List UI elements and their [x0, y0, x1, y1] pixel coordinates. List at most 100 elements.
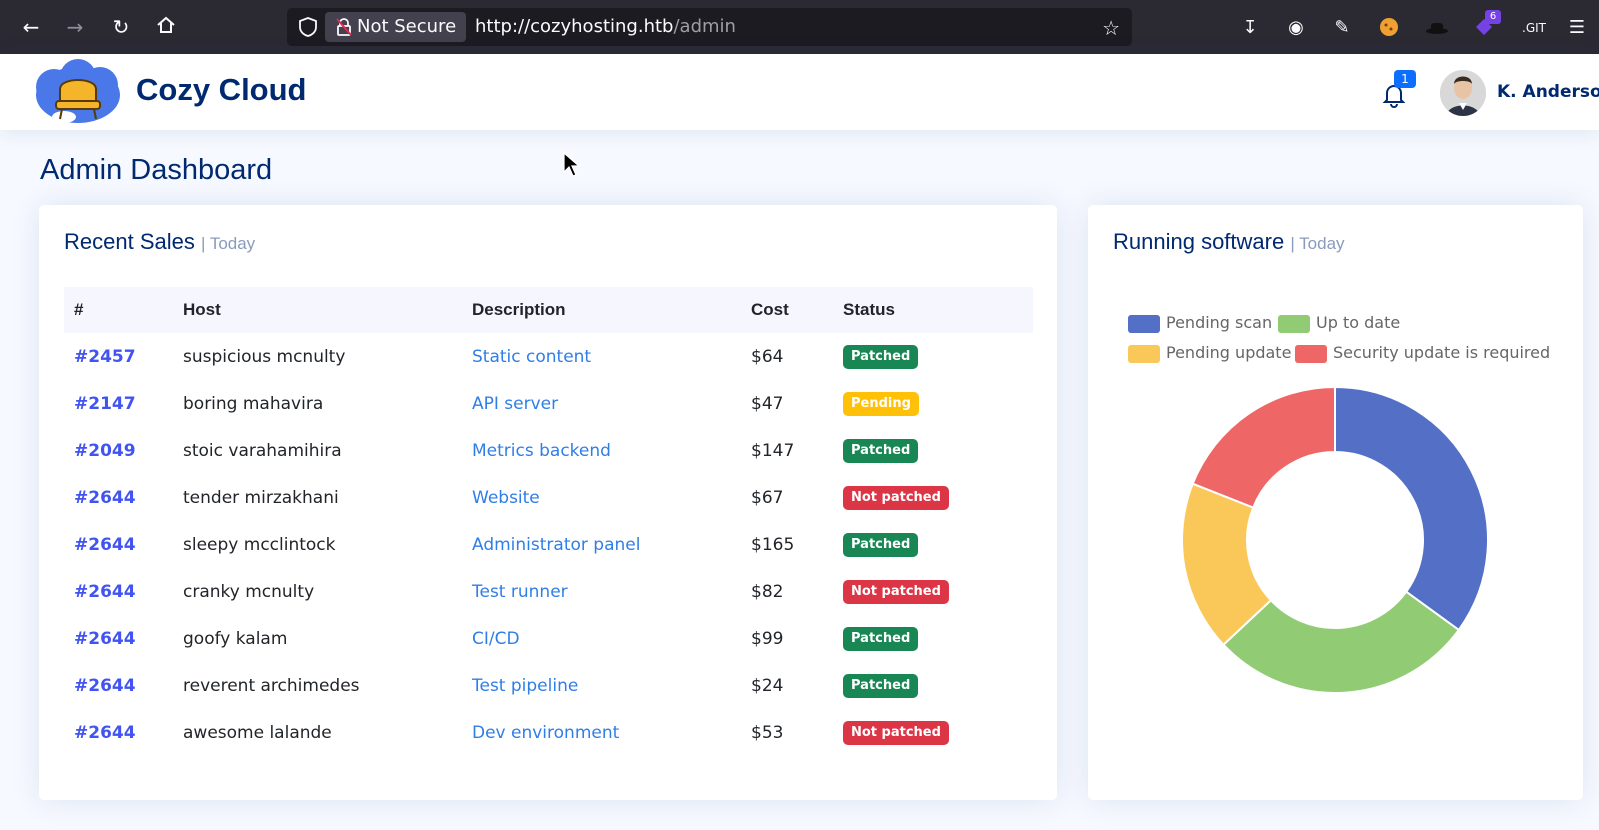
host-cell: sleepy mcclintock — [183, 534, 336, 555]
account-icon[interactable]: ◉ — [1284, 16, 1308, 40]
bookmark-star-icon[interactable]: ☆ — [1102, 16, 1120, 40]
running-software-heading: Running software — [1113, 229, 1285, 254]
forward-icon[interactable]: → — [62, 14, 88, 40]
cookie-extension-icon[interactable] — [1377, 16, 1401, 40]
brand-name[interactable]: Cozy Cloud — [136, 72, 307, 108]
reload-icon[interactable]: ↻ — [108, 14, 134, 40]
url-path: /admin — [673, 16, 736, 37]
sale-id-link[interactable]: #2644 — [64, 615, 173, 662]
software-donut-chart — [1181, 385, 1489, 694]
legend-item[interactable]: Pending update — [1128, 343, 1291, 363]
extensions-icon[interactable]: ✎ — [1330, 16, 1354, 40]
back-icon[interactable]: ← — [18, 14, 44, 40]
host-cell: awesome lalande — [183, 722, 332, 743]
status-badge: Pending — [843, 391, 919, 416]
sale-id-link[interactable]: #2049 — [64, 427, 173, 474]
description-link[interactable]: Test runner — [462, 568, 741, 615]
browser-toolbar: ← → ↻ Not Secure http://cozyhosting.htb/… — [0, 0, 1599, 54]
cost-cell: $99 — [751, 628, 784, 649]
url-text[interactable]: http://cozyhosting.htb/admin — [475, 8, 736, 46]
cost-cell: $24 — [751, 675, 784, 696]
status-cell: Patched — [833, 662, 1033, 709]
legend-label: Pending scan — [1166, 313, 1273, 332]
status-badge: Patched — [843, 626, 919, 651]
wappalyzer-extension-icon[interactable]: .GIT — [1522, 16, 1546, 40]
cost-cell: $47 — [751, 393, 784, 414]
cost-cell: $53 — [751, 722, 784, 743]
legend-label: Up to date — [1316, 313, 1401, 332]
sale-id-link[interactable]: #2644 — [64, 474, 173, 521]
table-header-row: # Host Description Cost Status — [64, 287, 1033, 333]
menu-icon[interactable]: ☰ — [1565, 16, 1589, 40]
address-bar[interactable]: Not Secure http://cozyhosting.htb/admin … — [287, 8, 1132, 46]
insecure-lock-icon — [336, 18, 352, 36]
avatar[interactable] — [1440, 70, 1486, 116]
legend-swatch — [1128, 314, 1160, 333]
running-software-period: | Today — [1290, 234, 1345, 253]
shield-icon[interactable] — [297, 16, 319, 38]
legend-item[interactable]: Up to date — [1278, 313, 1400, 333]
description-link[interactable]: Website — [462, 474, 741, 521]
download-icon[interactable]: ↧ — [1238, 16, 1262, 40]
description-link[interactable]: API server — [462, 380, 741, 427]
status-badge: Not patched — [843, 579, 949, 604]
column-header-description: Description — [472, 300, 566, 319]
table-row: #2147 boring mahavira API server $47 Pending — [64, 380, 1033, 427]
legend-item[interactable]: Pending scan — [1128, 313, 1272, 333]
table-row: #2644 goofy kalam CI/CD $99 Patched — [64, 615, 1033, 662]
status-cell: Patched — [833, 615, 1033, 662]
app-header: Cozy Cloud 1 K. Anderson — [0, 54, 1599, 130]
home-icon[interactable] — [153, 14, 179, 40]
host-cell: stoic varahamihira — [183, 440, 342, 461]
sale-id-link[interactable]: #2644 — [64, 709, 173, 756]
mouse-cursor-icon — [563, 152, 581, 177]
donut-slice[interactable] — [1334, 385, 1489, 632]
host-cell: tender mirzakhani — [183, 487, 339, 508]
description-link[interactable]: Administrator panel — [462, 521, 741, 568]
page-title: Admin Dashboard — [40, 154, 273, 186]
sale-id-link[interactable]: #2457 — [64, 333, 173, 380]
description-link[interactable]: Test pipeline — [462, 662, 741, 709]
status-badge: Not patched — [843, 720, 949, 745]
sales-table: # Host Description Cost Status #2457 susp… — [64, 287, 1033, 756]
table-row: #2644 reverent archimedes Test pipeline $24… — [64, 662, 1033, 709]
description-link[interactable]: Metrics backend — [462, 427, 741, 474]
sale-id-link[interactable]: #2644 — [64, 662, 173, 709]
security-label: Not Secure — [357, 16, 457, 37]
sale-id-link[interactable]: #2644 — [64, 521, 173, 568]
legend-label: Pending update — [1166, 343, 1292, 362]
cost-cell: $165 — [751, 534, 795, 555]
status-badge: Patched — [843, 532, 919, 557]
url-host: http://cozyhosting.htb — [475, 16, 674, 37]
sale-id-link[interactable]: #2644 — [64, 568, 173, 615]
description-link[interactable]: Dev environment — [462, 709, 741, 756]
description-link[interactable]: Static content — [462, 333, 741, 380]
host-cell: suspicious mcnulty — [183, 346, 346, 367]
recent-sales-period: | Today — [200, 234, 256, 253]
column-header-host: Host — [183, 300, 221, 319]
sale-id-link[interactable]: #2147 — [64, 380, 173, 427]
status-badge: Patched — [843, 344, 919, 369]
status-badge: Patched — [843, 673, 919, 698]
status-cell: Not patched — [833, 709, 1033, 756]
recent-sales-heading: Recent Sales — [64, 229, 195, 254]
user-name[interactable]: K. Anderson — [1497, 82, 1599, 102]
cozy-cloud-logo[interactable] — [34, 57, 122, 127]
description-link[interactable]: CI/CD — [462, 615, 741, 662]
cost-cell: $82 — [751, 581, 784, 602]
notification-badge: 1 — [1394, 70, 1416, 88]
cost-cell: $64 — [751, 346, 784, 367]
status-cell: Patched — [833, 521, 1033, 568]
table-row: #2644 cranky mcnulty Test runner $82 Not pat… — [64, 568, 1033, 615]
cost-cell: $67 — [751, 487, 784, 508]
recent-sales-card: Recent Sales | Today # Host Description … — [39, 205, 1057, 800]
legend-swatch — [1295, 344, 1327, 363]
hat-extension-icon[interactable] — [1425, 16, 1449, 40]
security-indicator[interactable]: Not Secure — [325, 12, 467, 42]
host-cell: cranky mcnulty — [183, 581, 315, 602]
legend-swatch — [1128, 344, 1160, 363]
host-cell: reverent archimedes — [183, 675, 360, 696]
donut-slice[interactable] — [1191, 385, 1336, 509]
running-software-title: Running software | Today — [1113, 229, 1345, 255]
legend-item[interactable]: Security update is required — [1295, 343, 1550, 363]
